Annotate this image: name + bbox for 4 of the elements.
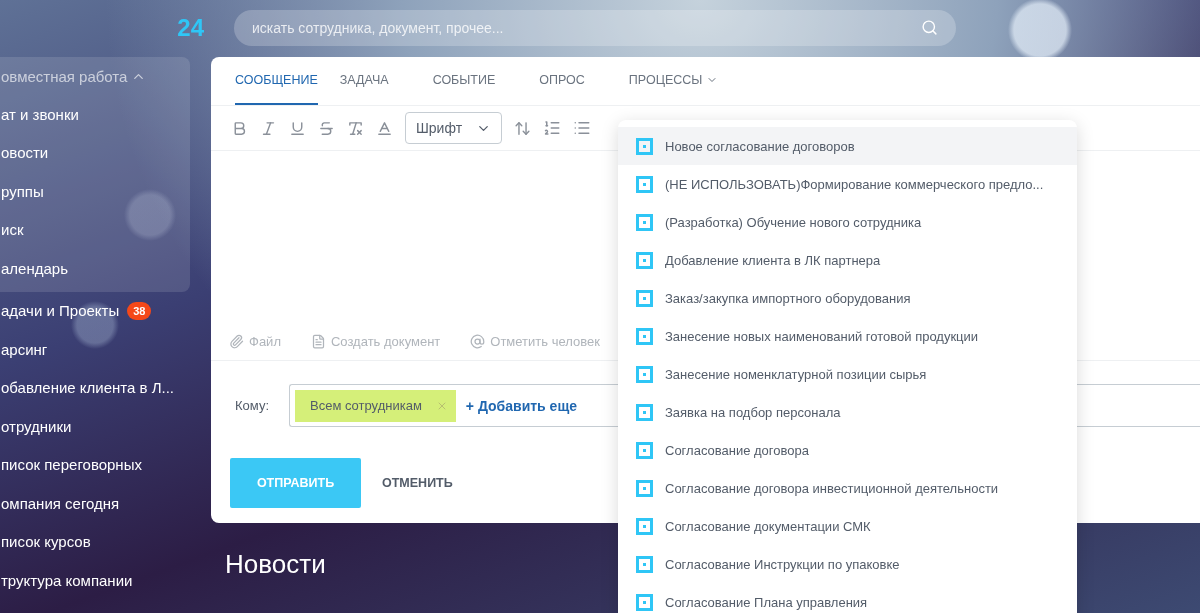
recipient-tag-label: Всем сотрудникам: [310, 398, 422, 413]
section-heading: Новости: [225, 549, 326, 580]
counter-badge: 38: [127, 301, 152, 320]
recipients-label: Кому:: [235, 398, 269, 413]
